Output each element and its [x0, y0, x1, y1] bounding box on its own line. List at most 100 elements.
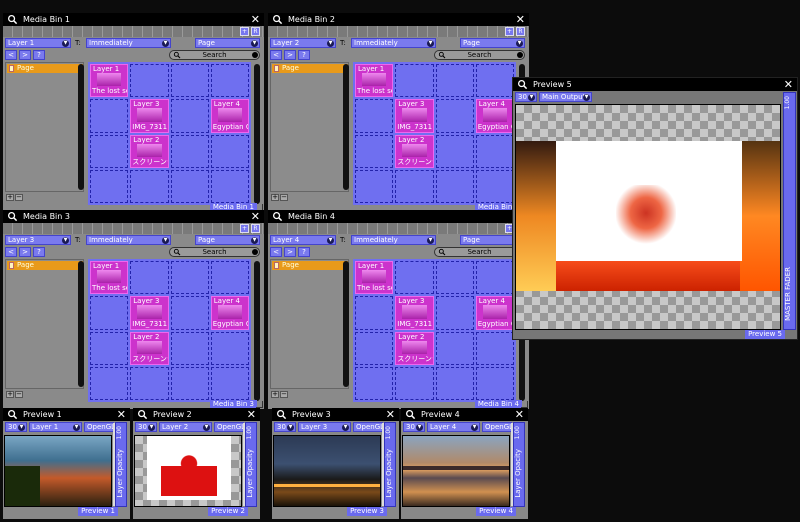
empty-cell[interactable]: [395, 366, 434, 400]
add-button[interactable]: +: [240, 224, 249, 233]
media-cell[interactable]: Layer 1The lost sea: [355, 64, 394, 98]
empty-cell[interactable]: [90, 331, 129, 365]
r-button[interactable]: R: [251, 224, 260, 233]
layer-dropdown[interactable]: Layer 4 ▼: [427, 422, 480, 432]
empty-cell[interactable]: [355, 99, 394, 133]
fps-dropdown[interactable]: 30 ▼: [5, 422, 27, 432]
media-cell[interactable]: Layer 2スクリーンシ: [130, 134, 169, 168]
empty-cell[interactable]: [90, 296, 129, 330]
page-dropdown[interactable]: Page▼: [195, 38, 260, 48]
list-scrollbar[interactable]: [343, 64, 349, 190]
list-scrollbar[interactable]: [343, 261, 349, 387]
magnifier-icon[interactable]: [272, 211, 283, 222]
close-icon[interactable]: ✕: [251, 13, 260, 26]
close-icon[interactable]: ✕: [515, 408, 524, 421]
list-item[interactable]: Page: [272, 64, 348, 73]
list-item[interactable]: Page: [7, 261, 83, 270]
media-cell[interactable]: Layer 3 IMG_7311: [395, 99, 434, 133]
layer-dropdown[interactable]: Layer 3 ▼: [298, 422, 351, 432]
add-page-button[interactable]: +: [6, 194, 14, 201]
help-button[interactable]: ?: [298, 50, 310, 60]
empty-cell[interactable]: [435, 169, 474, 203]
list-item[interactable]: Page: [7, 64, 83, 73]
renderer-dropdown[interactable]: OpenGL-: [353, 422, 383, 432]
magnifier-icon[interactable]: [405, 409, 416, 420]
layer-opacity-slider[interactable]: 1.00 Layer Opacity: [113, 422, 127, 507]
magnifier-icon[interactable]: [7, 14, 18, 25]
close-icon[interactable]: ✕: [247, 408, 256, 421]
layer-dropdown[interactable]: Layer 1 ▼: [29, 422, 82, 432]
layer-opacity-slider[interactable]: 1.00 Layer Opacity: [511, 422, 525, 507]
clear-icon[interactable]: [517, 52, 523, 58]
add-button[interactable]: +: [505, 27, 514, 36]
empty-cell[interactable]: [90, 99, 129, 133]
empty-cell[interactable]: [355, 331, 394, 365]
empty-cell[interactable]: [210, 261, 249, 295]
next-page-button[interactable]: >: [284, 247, 296, 257]
empty-cell[interactable]: [355, 366, 394, 400]
grid-scrollbar[interactable]: [254, 64, 260, 204]
empty-cell[interactable]: [90, 366, 129, 400]
search-field[interactable]: Search: [434, 50, 525, 60]
media-cell[interactable]: Layer 1The lost sea: [90, 261, 129, 295]
magnifier-icon[interactable]: [7, 409, 18, 420]
renderer-dropdown[interactable]: OpenGL-: [214, 422, 244, 432]
empty-cell[interactable]: [170, 169, 209, 203]
empty-cell[interactable]: [435, 331, 474, 365]
empty-cell[interactable]: [170, 134, 209, 168]
empty-cell[interactable]: [170, 261, 209, 295]
layer-dropdown[interactable]: Layer 3 ▼: [5, 235, 71, 245]
add-page-button[interactable]: +: [271, 194, 279, 201]
prev-page-button[interactable]: <: [270, 50, 282, 60]
magnifier-icon[interactable]: [137, 409, 148, 420]
empty-cell[interactable]: [170, 296, 209, 330]
fps-dropdown[interactable]: 30 ▼: [403, 422, 425, 432]
close-icon[interactable]: ✕: [386, 408, 395, 421]
page-dropdown[interactable]: Page▼: [195, 235, 260, 245]
trigger-dropdown[interactable]: Immediately ▼: [86, 38, 171, 48]
layer-dropdown[interactable]: Layer 2 ▼: [159, 422, 212, 432]
empty-cell[interactable]: [475, 134, 514, 168]
empty-cell[interactable]: [435, 99, 474, 133]
empty-cell[interactable]: [355, 134, 394, 168]
close-icon[interactable]: ✕: [784, 78, 793, 91]
media-cell[interactable]: Layer 3 IMG_7311: [130, 296, 169, 330]
close-icon[interactable]: ✕: [251, 210, 260, 223]
r-button[interactable]: R: [251, 27, 260, 36]
next-page-button[interactable]: >: [284, 50, 296, 60]
remove-page-button[interactable]: −: [280, 391, 288, 398]
next-page-button[interactable]: >: [19, 247, 31, 257]
empty-cell[interactable]: [170, 64, 209, 98]
empty-cell[interactable]: [435, 261, 474, 295]
add-page-button[interactable]: +: [271, 391, 279, 398]
layer-preview[interactable]: [4, 435, 112, 507]
empty-cell[interactable]: [475, 169, 514, 203]
remove-page-button[interactable]: −: [15, 391, 23, 398]
search-field[interactable]: Search: [169, 247, 260, 257]
empty-cell[interactable]: [130, 366, 169, 400]
empty-cell[interactable]: [210, 331, 249, 365]
prev-page-button[interactable]: <: [5, 247, 17, 257]
media-bin-2-titlebar[interactable]: Media Bin 2 ✕: [268, 13, 529, 26]
help-button[interactable]: ?: [33, 50, 45, 60]
media-cell[interactable]: Layer 2スクリーンシ: [130, 331, 169, 365]
media-cell[interactable]: Layer 2スクリーンシ: [395, 331, 434, 365]
empty-cell[interactable]: [210, 64, 249, 98]
empty-cell[interactable]: [435, 366, 474, 400]
empty-cell[interactable]: [435, 134, 474, 168]
empty-cell[interactable]: [130, 261, 169, 295]
media-cell[interactable]: Layer 4 Egyptian Ci: [210, 296, 249, 330]
empty-cell[interactable]: [355, 169, 394, 203]
r-button[interactable]: R: [516, 27, 525, 36]
resize-handle[interactable]: [521, 401, 528, 408]
remove-page-button[interactable]: −: [280, 194, 288, 201]
empty-cell[interactable]: [395, 261, 434, 295]
empty-cell[interactable]: [435, 64, 474, 98]
preview-3-titlebar[interactable]: Preview 3 ✕: [272, 408, 399, 421]
fps-dropdown[interactable]: 30 ▼: [135, 422, 157, 432]
preview-5-titlebar[interactable]: Preview 5 ✕: [513, 78, 797, 91]
layer-opacity-slider[interactable]: 1.00 Layer Opacity: [243, 422, 257, 507]
media-bin-4-titlebar[interactable]: Media Bin 4 ✕: [268, 210, 529, 223]
media-cell[interactable]: Layer 3 IMG_7311: [130, 99, 169, 133]
empty-cell[interactable]: [210, 134, 249, 168]
